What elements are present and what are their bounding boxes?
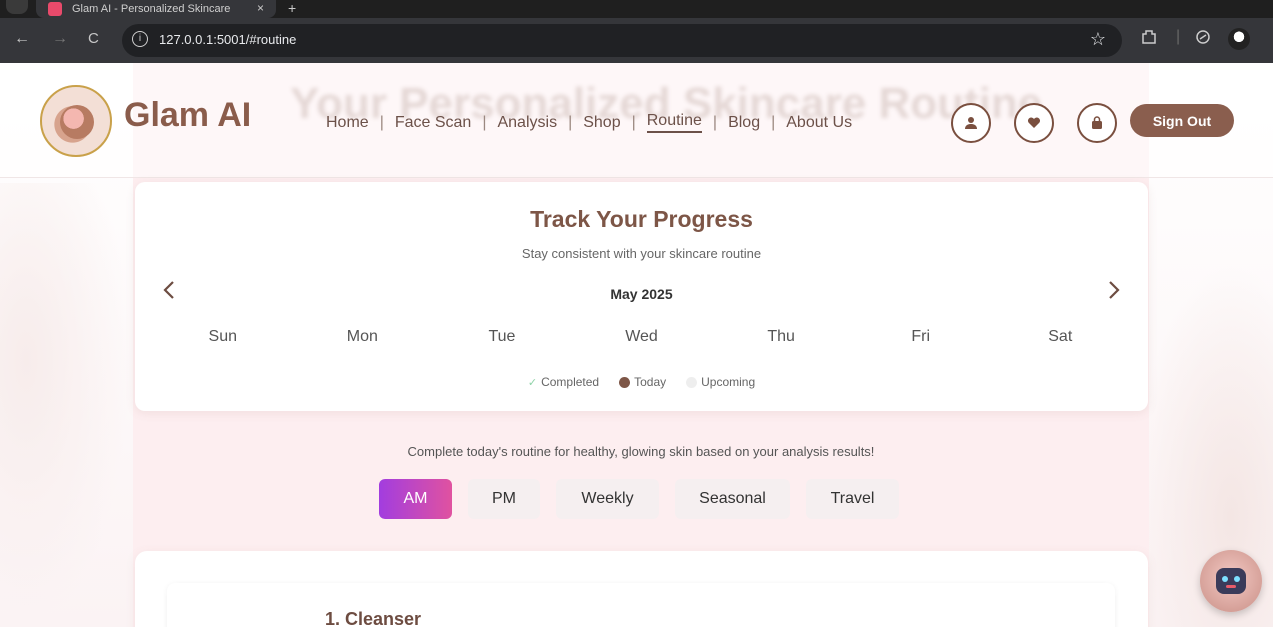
logo-emblem	[60, 105, 94, 139]
cart-button[interactable]	[1077, 103, 1117, 143]
new-tab-icon[interactable]: +	[288, 0, 296, 16]
calendar-weekdays: Sun Mon Tue Wed Thu Fri Sat	[153, 328, 1130, 346]
upcoming-dot-icon	[686, 376, 698, 388]
address-bar[interactable]: i 127.0.0.1:5001/#routine ☆	[122, 24, 1122, 57]
nav-separator: |	[712, 113, 718, 131]
nav-separator: |	[568, 113, 573, 131]
shopping-bag-icon	[1092, 116, 1102, 129]
nav-separator: |	[379, 113, 384, 131]
tab-close-icon[interactable]: ×	[257, 1, 264, 15]
calendar-legend: ✓ Completed Today Upcoming	[135, 375, 1148, 389]
extensions-icon[interactable]	[1140, 28, 1158, 51]
routine-steps-card: 1. Cleanser	[135, 551, 1148, 627]
weekday-fri: Fri	[911, 328, 930, 345]
chatbot-button[interactable]	[1200, 550, 1262, 612]
back-icon[interactable]: ←	[14, 30, 30, 48]
decorative-background-left	[0, 183, 130, 627]
nav-about-us[interactable]: About Us	[786, 114, 852, 132]
weekday-tue: Tue	[488, 328, 516, 345]
url-text[interactable]: 127.0.0.1:5001/#routine	[159, 32, 296, 47]
step-title: 1. Cleanser	[325, 609, 422, 627]
forward-icon[interactable]: →	[52, 30, 68, 48]
today-dot-icon	[619, 376, 631, 388]
legend-today-label: Today	[634, 375, 667, 389]
tab-title: Glam AI - Personalized Skincare	[72, 3, 231, 15]
weekday-wed: Wed	[625, 328, 658, 345]
robot-mouth	[1226, 585, 1236, 588]
reload-icon[interactable]: C	[88, 30, 99, 47]
routine-intro: Complete today's routine for healthy, gl…	[407, 444, 875, 459]
tab-seasonal[interactable]: Seasonal	[675, 479, 790, 519]
nav-separator: |	[482, 113, 487, 131]
nav-blog[interactable]: Blog	[728, 114, 760, 132]
robot-eye	[1234, 576, 1240, 582]
tab-am[interactable]: AM	[379, 479, 452, 519]
brand-name[interactable]: Glam AI	[124, 96, 251, 135]
legend-upcoming-label: Upcoming	[701, 375, 756, 389]
profile-avatar[interactable]	[1228, 28, 1250, 50]
next-month-icon[interactable]	[1108, 280, 1120, 306]
page-content: Your Personalized Skincare Routine Glam …	[0, 63, 1273, 627]
legend-completed: ✓ Completed	[528, 375, 599, 389]
legend-today: Today	[619, 375, 666, 389]
browser-toolbar: ← → C i 127.0.0.1:5001/#routine ☆ |	[0, 18, 1273, 63]
tracker-title: Track Your Progress	[530, 206, 753, 232]
nav-shop[interactable]: Shop	[583, 114, 620, 132]
browser-tabstrip: Glam AI - Personalized Skincare × +	[0, 0, 1273, 18]
tracker-subtitle: Stay consistent with your skincare routi…	[521, 246, 762, 261]
site-info-icon[interactable]: i	[132, 31, 148, 47]
weekday-sat: Sat	[1048, 328, 1073, 345]
weekday-thu: Thu	[767, 328, 795, 345]
current-month: May 2025	[610, 286, 673, 302]
legend-upcoming: Upcoming	[686, 375, 755, 389]
browser-tab[interactable]: Glam AI - Personalized Skincare ×	[36, 0, 276, 18]
routine-step[interactable]: 1. Cleanser	[167, 583, 1115, 627]
user-profile-button[interactable]	[951, 103, 991, 143]
brand-logo[interactable]	[40, 85, 112, 157]
tab-weekly[interactable]: Weekly	[556, 479, 659, 519]
nav-analysis[interactable]: Analysis	[497, 114, 557, 132]
tab-partial[interactable]	[6, 0, 28, 14]
nav-separator: |	[771, 113, 776, 131]
bookmark-star-icon[interactable]: ☆	[1090, 29, 1106, 50]
progress-tracker-card: Track Your Progress Stay consistent with…	[135, 182, 1148, 411]
sync-icon[interactable]	[1194, 28, 1212, 51]
check-icon: ✓	[527, 376, 538, 389]
tab-pm[interactable]: PM	[468, 479, 540, 519]
nav-face-scan[interactable]: Face Scan	[395, 114, 471, 132]
nav-separator: |	[631, 113, 636, 131]
robot-icon	[1216, 568, 1246, 594]
site-header: Your Personalized Skincare Routine Glam …	[0, 63, 1273, 178]
nav-routine[interactable]: Routine	[646, 112, 702, 133]
toolbar-divider: |	[1176, 28, 1181, 45]
wishlist-button[interactable]	[1014, 103, 1054, 143]
tab-travel[interactable]: Travel	[806, 479, 899, 519]
robot-eye	[1222, 576, 1228, 582]
weekday-sun: Sun	[208, 328, 238, 345]
favicon-icon	[48, 2, 62, 16]
legend-completed-label: Completed	[541, 375, 600, 389]
heart-icon	[1027, 117, 1041, 128]
main-nav: Home | Face Scan | Analysis | Shop | Rou…	[326, 112, 852, 133]
user-icon	[965, 117, 977, 129]
nav-home[interactable]: Home	[326, 114, 369, 132]
routine-tabs: AM PM Weekly Seasonal Travel	[379, 479, 899, 519]
sign-out-button[interactable]: Sign Out	[1130, 104, 1234, 137]
weekday-mon: Mon	[346, 328, 378, 345]
